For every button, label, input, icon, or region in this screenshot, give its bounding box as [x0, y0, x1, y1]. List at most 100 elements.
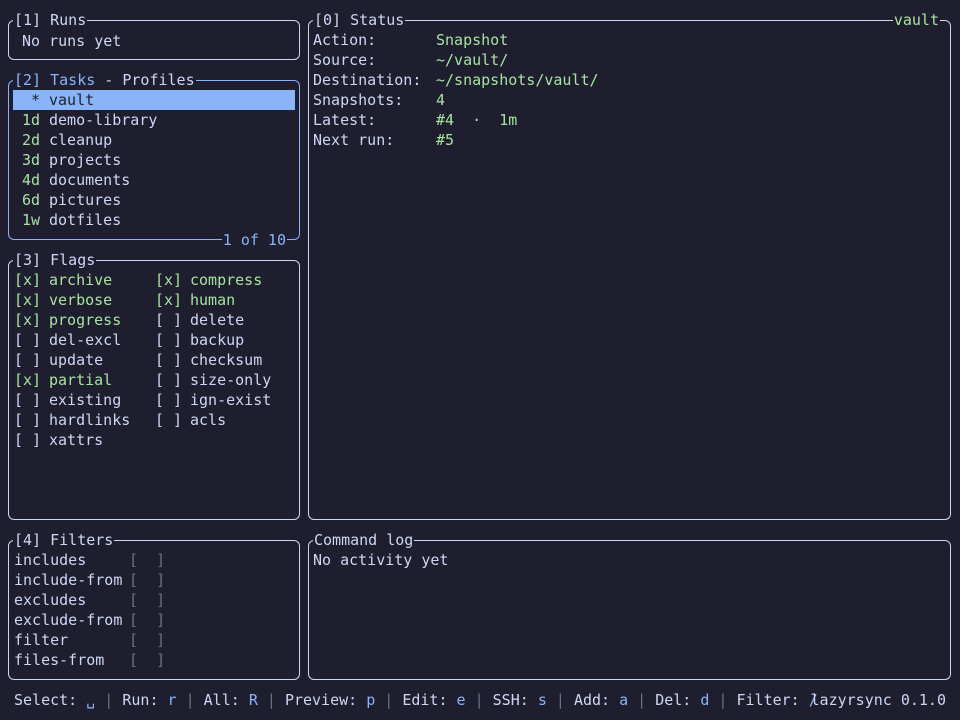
flag-update[interactable]: [ ] update — [14, 350, 155, 370]
flag-human[interactable]: [x] human — [155, 290, 296, 310]
task-item[interactable]: 1w dotfiles — [13, 210, 295, 230]
flag-backup[interactable]: [ ] backup — [155, 330, 296, 350]
hint-label: Del: — [655, 691, 701, 709]
hint-key: r — [167, 691, 177, 709]
hint-label: All: — [203, 691, 249, 709]
flag-size-only[interactable]: [ ] size-only — [155, 370, 296, 390]
runs-panel[interactable]: [1] Runs No runs yet — [8, 10, 300, 60]
task-item[interactable]: * vault — [13, 90, 295, 110]
flag-checkbox: [ ] — [14, 391, 42, 409]
flag-checkbox: [ ] — [155, 391, 183, 409]
flag-xattrs[interactable]: [ ] xattrs — [14, 430, 155, 450]
task-item[interactable]: 3d projects — [13, 150, 295, 170]
flag-label: size-only — [190, 371, 272, 389]
hint-separator: | — [95, 691, 123, 709]
flag-checkbox: [ ] — [155, 371, 183, 389]
task-list: * vault 1d demo-library 2d cleanup 3d projects 4… — [13, 90, 295, 230]
flag-checksum[interactable]: [ ] checksum — [155, 350, 296, 370]
flag-del-excl[interactable]: [ ] del-excl — [14, 330, 155, 350]
hint-separator: | — [628, 691, 656, 709]
status-key: Source: — [313, 51, 377, 69]
hint-run: Run: r — [122, 690, 176, 710]
filter-value-box: [ ] — [129, 551, 166, 569]
status-row: Next run: #5 — [313, 130, 599, 150]
flags-panel[interactable]: [3] Flags [x] archive [x] compress [x] verbos… — [8, 250, 300, 520]
tasks-panel[interactable]: [2] Tasks - Profiles * vault 1d demo-librar… — [8, 70, 300, 250]
app-version: lazyrsync 0.1.0 — [810, 691, 946, 709]
flag-row: [x] archive [x] compress — [14, 270, 296, 290]
task-name: cleanup — [49, 131, 113, 149]
flag-row: [ ] hardlinks [ ] acls — [14, 410, 296, 430]
flag-existing[interactable]: [ ] existing — [14, 390, 155, 410]
tasks-panel-title: [2] Tasks - Profiles — [13, 70, 196, 90]
flag-label: partial — [49, 371, 113, 389]
flag-label: hardlinks — [49, 411, 131, 429]
hint-key: d — [700, 691, 710, 709]
flag-progress[interactable]: [x] progress — [14, 310, 155, 330]
flag-row: [ ] existing [ ] ign-exist — [14, 390, 296, 410]
filter-name: exclude-from — [14, 611, 123, 629]
filter-filter[interactable]: filter [ ] — [14, 630, 165, 650]
flag-checkbox: [x] — [14, 311, 42, 329]
hint-key: ␣ — [86, 691, 96, 709]
task-marker: 1w — [21, 211, 40, 229]
task-marker: 3d — [21, 151, 40, 169]
flag-checkbox: [x] — [155, 291, 183, 309]
status-value: ~/vault/ — [436, 51, 509, 69]
status-row: Action: Snapshot — [313, 30, 599, 50]
task-item[interactable]: 1d demo-library — [13, 110, 295, 130]
command-log-panel[interactable]: Command log No activity yet — [308, 530, 951, 680]
flag-acls[interactable]: [ ] acls — [155, 410, 296, 430]
flag-compress[interactable]: [x] compress — [155, 270, 296, 290]
flag-archive[interactable]: [x] archive — [14, 270, 155, 290]
hint-ssh: SSH: s — [493, 690, 547, 710]
task-marker: * — [30, 91, 40, 109]
status-row: Source: ~/vault/ — [313, 50, 599, 70]
filter-value-box: [ ] — [129, 651, 166, 669]
flag-verbose[interactable]: [x] verbose — [14, 290, 155, 310]
flag-label: del-excl — [49, 331, 122, 349]
hint-preview: Preview: p — [285, 690, 375, 710]
filters-panel[interactable]: [4] Filters includes[ ] include-from[ ] ex… — [8, 530, 300, 680]
filter-excludes[interactable]: excludes [ ] — [14, 590, 165, 610]
hint-all: All: R — [204, 690, 258, 710]
filter-include-from[interactable]: include-from [ ] — [14, 570, 165, 590]
flag-partial[interactable]: [x] partial — [14, 370, 155, 390]
hint-separator: | — [546, 691, 574, 709]
task-name: projects — [49, 151, 122, 169]
status-panel[interactable]: [0] Status vault Action: Snapshot Source: ~… — [308, 10, 951, 520]
hint-edit: Edit: e — [402, 690, 465, 710]
flag-checkbox: [x] — [14, 271, 42, 289]
flag-hardlinks[interactable]: [ ] hardlinks — [14, 410, 155, 430]
task-item[interactable]: 4d documents — [13, 170, 295, 190]
flag-ign-exist[interactable]: [ ] ign-exist — [155, 390, 296, 410]
flag-delete[interactable]: [ ] delete — [155, 310, 296, 330]
flag-checkbox: [x] — [14, 291, 42, 309]
status-value: #4 · 1m — [436, 111, 518, 129]
runs-empty-message: No runs yet — [22, 32, 122, 50]
filter-exclude-from[interactable]: exclude-from [ ] — [14, 610, 165, 630]
filter-includes[interactable]: includes [ ] — [14, 550, 165, 570]
command-log-empty-message: No activity yet — [313, 551, 449, 569]
hint-separator: | — [709, 691, 737, 709]
filter-files-from[interactable]: files-from [ ] — [14, 650, 165, 670]
task-name: documents — [49, 171, 131, 189]
command-log-title: Command log — [313, 530, 415, 550]
flag-checkbox: [ ] — [14, 431, 42, 449]
status-details: Action: Snapshot Source: ~/vault/Destinatio… — [313, 30, 599, 150]
flag-label: acls — [190, 411, 227, 429]
task-item[interactable]: 6d pictures — [13, 190, 295, 210]
task-item[interactable]: 2d cleanup — [13, 130, 295, 150]
task-marker: 2d — [21, 131, 40, 149]
task-name: demo-library — [49, 111, 158, 129]
flag-label: delete — [190, 311, 245, 329]
flag-row: [ ] update [ ] checksum — [14, 350, 296, 370]
hint-separator: | — [176, 691, 204, 709]
flag-checkbox: [x] — [155, 271, 183, 289]
flag-row: [x] verbose [x] human — [14, 290, 296, 310]
flag-checkbox: [ ] — [155, 351, 183, 369]
hint-label: Filter: — [736, 691, 809, 709]
hint-label: Run: — [122, 691, 168, 709]
flag-row: [ ] del-excl [ ] backup — [14, 330, 296, 350]
flag-checkbox: [ ] — [14, 331, 42, 349]
